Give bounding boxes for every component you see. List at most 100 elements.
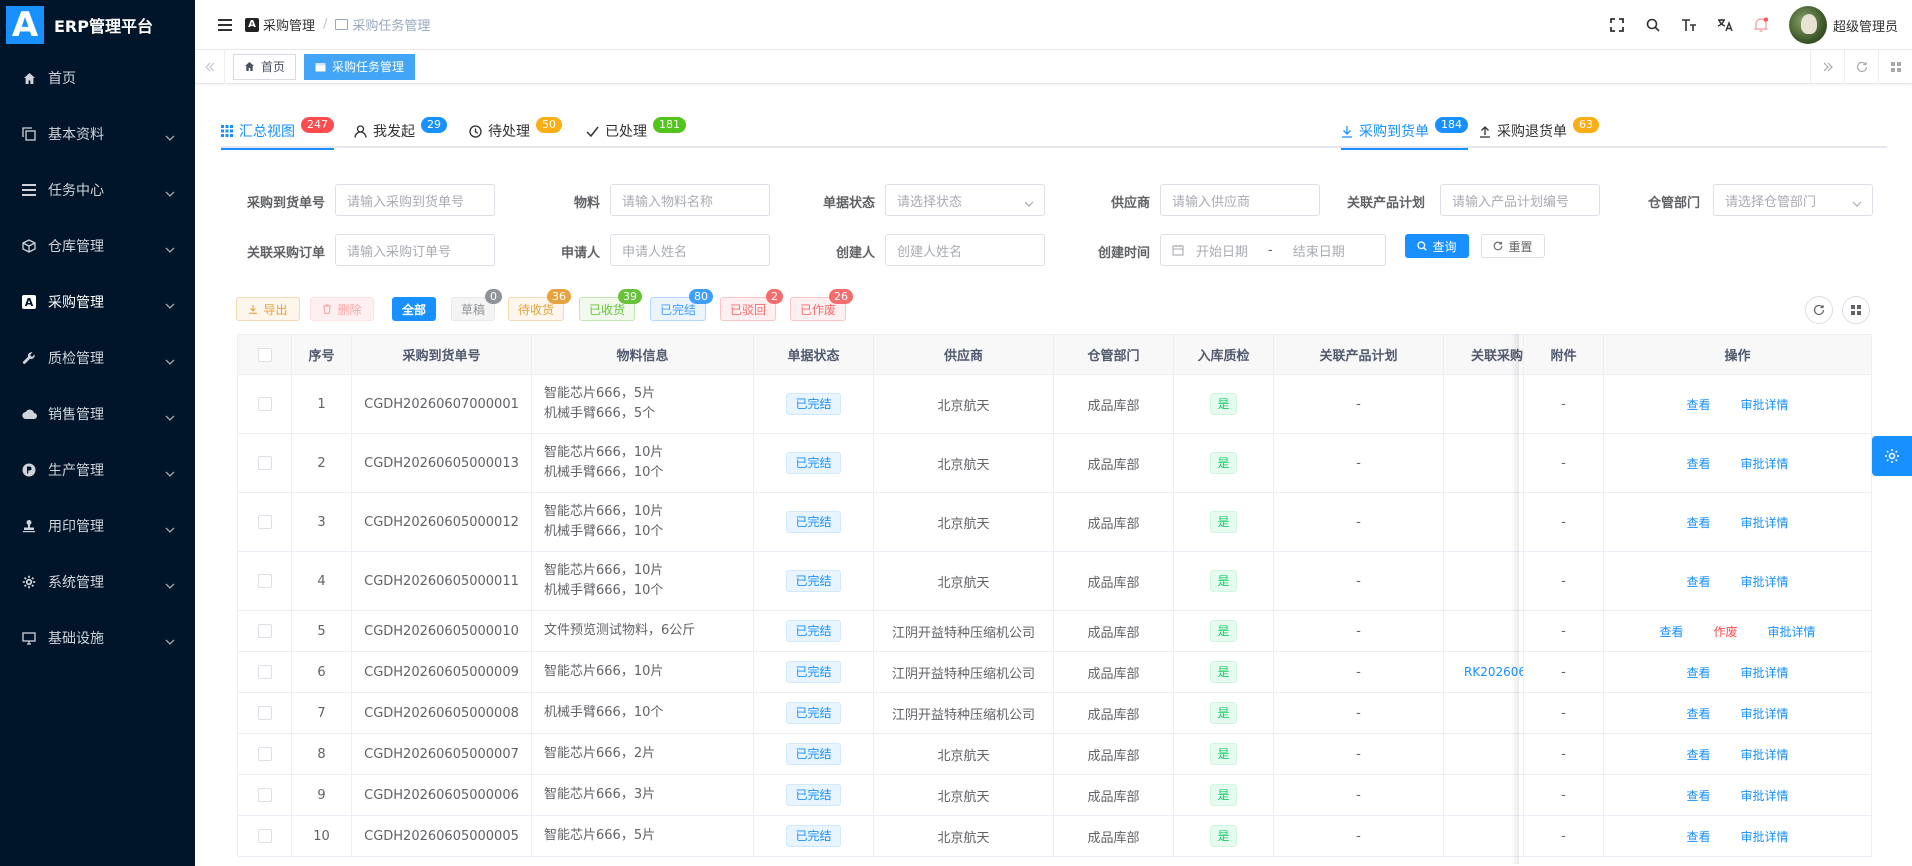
row-checkbox[interactable] bbox=[257, 515, 272, 529]
tag-home[interactable]: 首页 bbox=[233, 53, 297, 80]
approval-detail-link[interactable]: 审批详情 bbox=[1741, 455, 1789, 472]
approval-detail-link[interactable]: 审批详情 bbox=[1741, 664, 1789, 681]
sidebar-item-production[interactable]: 生产管理 bbox=[0, 442, 195, 498]
refresh-icon[interactable] bbox=[1844, 50, 1878, 84]
view-link[interactable]: 查看 bbox=[1686, 664, 1710, 681]
warehouse-dept-input[interactable]: 请选择仓管部门 bbox=[1713, 184, 1873, 216]
view-link[interactable]: 查看 bbox=[1686, 828, 1710, 845]
sidebar-item-task-center[interactable]: 任务中心 bbox=[0, 162, 195, 218]
status-chip-draft[interactable]: 草稿 0 bbox=[451, 289, 502, 321]
tag-current[interactable]: 采购任务管理 bbox=[304, 53, 416, 80]
row-checkbox[interactable] bbox=[257, 574, 272, 588]
font-size-icon[interactable] bbox=[1671, 0, 1707, 50]
view-link[interactable]: 查看 bbox=[1686, 396, 1710, 413]
view-link[interactable]: 查看 bbox=[1659, 623, 1683, 640]
search-button[interactable]: 查询 bbox=[1405, 234, 1469, 258]
row-checkbox[interactable] bbox=[257, 665, 272, 679]
tags-scroll-right-icon[interactable] bbox=[1810, 50, 1844, 84]
row-checkbox[interactable] bbox=[257, 829, 272, 843]
applicant-input[interactable]: 申请人姓名 bbox=[610, 234, 770, 266]
tab-pending[interactable]: 待处理 50 bbox=[469, 114, 562, 148]
fullscreen-icon[interactable] bbox=[1599, 0, 1635, 50]
order-link[interactable]: RK202606 bbox=[1464, 665, 1523, 679]
sidebar-item-basic-data[interactable]: 基本资料 bbox=[0, 106, 195, 162]
approval-detail-link[interactable]: 审批详情 bbox=[1741, 746, 1789, 763]
approval-detail-link[interactable]: 审批详情 bbox=[1768, 623, 1816, 640]
sidebar-item-home[interactable]: 首页 bbox=[0, 50, 195, 106]
grid-menu-icon[interactable] bbox=[1878, 50, 1912, 84]
approval-detail-link[interactable]: 审批详情 bbox=[1741, 396, 1789, 413]
cell-supplier: 北京航天 bbox=[874, 434, 1054, 492]
search-icon[interactable] bbox=[1635, 0, 1671, 50]
settings-float-button[interactable] bbox=[1872, 436, 1912, 476]
material-info: 智能芯片666，2片 bbox=[544, 744, 655, 764]
breadcrumb-item-purchase[interactable]: A 采购管理 bbox=[245, 15, 315, 34]
approval-detail-link[interactable]: 审批详情 bbox=[1741, 573, 1789, 590]
reset-button[interactable]: 重置 bbox=[1481, 234, 1545, 258]
status-input[interactable]: 请选择状态 bbox=[885, 184, 1045, 216]
view-link[interactable]: 查看 bbox=[1686, 514, 1710, 531]
translate-icon[interactable] bbox=[1707, 0, 1743, 50]
sidebar-item-warehouse[interactable]: 仓库管理 bbox=[0, 218, 195, 274]
approval-detail-link[interactable]: 审批详情 bbox=[1741, 828, 1789, 845]
row-checkbox[interactable] bbox=[257, 747, 272, 761]
cell-no: CGDH20260605000007 bbox=[352, 734, 532, 774]
user-name[interactable]: 超级管理员 bbox=[1833, 16, 1898, 35]
arrival-no-input[interactable]: 请输入采购到货单号 bbox=[335, 184, 495, 216]
view-link[interactable]: 查看 bbox=[1686, 705, 1710, 722]
attach-value: - bbox=[1561, 664, 1566, 680]
approval-detail-link[interactable]: 审批详情 bbox=[1741, 705, 1789, 722]
bell-icon[interactable] bbox=[1743, 0, 1779, 50]
export-button[interactable]: 导出 bbox=[236, 297, 300, 321]
view-link[interactable]: 查看 bbox=[1686, 455, 1710, 472]
no-value: CGDH20260605000013 bbox=[364, 455, 519, 471]
cell-cb bbox=[238, 734, 292, 774]
column-header-cb[interactable] bbox=[238, 335, 292, 374]
tab-arrival[interactable]: 采购到货单 184 bbox=[1341, 114, 1468, 150]
tab-summary[interactable]: 汇总视图 247 bbox=[221, 114, 334, 150]
delete-button[interactable]: 删除 bbox=[310, 297, 374, 321]
status-chip-completed[interactable]: 已完结 80 bbox=[650, 289, 713, 321]
sidebar-item-quality[interactable]: 质检管理 bbox=[0, 330, 195, 386]
product-plan-input[interactable]: 请输入产品计划编号 bbox=[1440, 184, 1600, 216]
column-settings-button[interactable] bbox=[1842, 296, 1870, 324]
status-chip-received[interactable]: 已收货 39 bbox=[579, 289, 642, 321]
avatar[interactable] bbox=[1788, 6, 1827, 44]
sidebar-item-seal[interactable]: 用印管理 bbox=[0, 498, 195, 554]
row-checkbox[interactable] bbox=[257, 456, 272, 470]
row-checkbox[interactable] bbox=[257, 706, 272, 720]
approval-detail-link[interactable]: 审批详情 bbox=[1741, 514, 1789, 531]
sidebar-item-system[interactable]: 系统管理 bbox=[0, 554, 195, 610]
refresh-table-button[interactable] bbox=[1805, 296, 1833, 324]
void-link[interactable]: 作废 bbox=[1713, 623, 1737, 640]
status-chip-voided[interactable]: 已作废 26 bbox=[790, 289, 853, 321]
cell-supplier: 北京航天 bbox=[874, 375, 1054, 433]
sidebar-item-sales[interactable]: 销售管理 bbox=[0, 386, 195, 442]
approval-detail-link[interactable]: 审批详情 bbox=[1741, 787, 1789, 804]
creator-input[interactable]: 创建人姓名 bbox=[885, 234, 1045, 266]
breadcrumb-item-current: 采购任务管理 bbox=[335, 15, 430, 34]
status-chip-to-receive[interactable]: 待收货 36 bbox=[508, 289, 571, 321]
purchase-order-input[interactable]: 请输入采购订单号 bbox=[335, 234, 495, 266]
view-link[interactable]: 查看 bbox=[1686, 573, 1710, 590]
tags-scroll-left-icon[interactable] bbox=[195, 49, 225, 84]
tab-mine[interactable]: 我发起 29 bbox=[354, 114, 447, 148]
sidebar-item-infrastructure[interactable]: 基础设施 bbox=[0, 610, 195, 666]
row-checkbox[interactable] bbox=[257, 788, 272, 802]
supplier-input[interactable]: 请输入供应商 bbox=[1160, 184, 1320, 216]
hamburger-icon[interactable] bbox=[205, 0, 245, 50]
status-chip-all[interactable]: 全部 bbox=[392, 297, 436, 321]
material-input[interactable]: 请输入物料名称 bbox=[610, 184, 770, 216]
select-all-checkbox[interactable] bbox=[257, 347, 272, 362]
view-link[interactable]: 查看 bbox=[1686, 787, 1710, 804]
view-link[interactable]: 查看 bbox=[1686, 746, 1710, 763]
tab-return[interactable]: 采购退货单 63 bbox=[1479, 114, 1599, 148]
status-chip-rejected[interactable]: 已驳回 2 bbox=[720, 289, 783, 321]
tab-done[interactable]: 已处理 181 bbox=[586, 114, 686, 148]
cell-plan: - bbox=[1274, 652, 1444, 692]
sidebar-item-label: 用印管理 bbox=[48, 519, 104, 535]
row-checkbox[interactable] bbox=[257, 624, 272, 638]
sidebar-item-purchase[interactable]: A 采购管理 bbox=[0, 274, 195, 330]
date-range-picker[interactable]: 开始日期 - 结束日期 bbox=[1160, 234, 1386, 266]
row-checkbox[interactable] bbox=[257, 397, 272, 411]
